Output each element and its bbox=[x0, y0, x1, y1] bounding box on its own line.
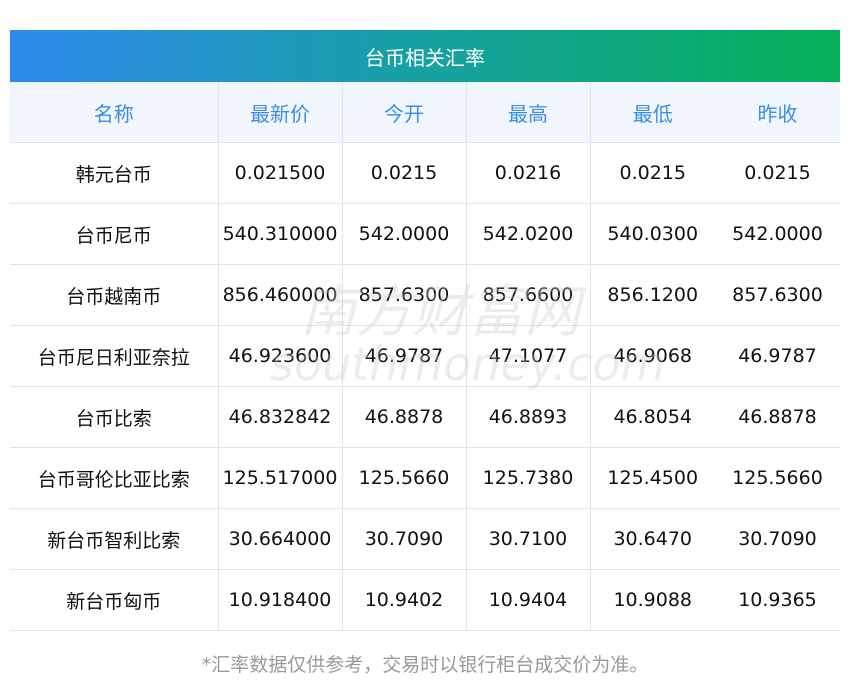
rate-cell: 0.0215 bbox=[342, 142, 467, 204]
rate-cell: 125.4500 bbox=[590, 447, 715, 509]
rate-cell: 542.0200 bbox=[466, 203, 591, 265]
table-row: 台币哥伦比亚比索 125.517000 125.5660 125.7380 125.45… bbox=[10, 447, 840, 509]
rate-cell: 125.5660 bbox=[342, 447, 467, 509]
column-header: 最低 bbox=[590, 82, 715, 143]
rate-cell: 542.0000 bbox=[342, 203, 467, 265]
currency-pair-name: 台币比索 bbox=[10, 386, 219, 448]
rate-cell: 46.923600 bbox=[218, 325, 343, 387]
table-row: 台币越南币 856.460000 857.6300 857.6600 856.1200 8… bbox=[10, 264, 840, 326]
table-row: 新台币匈币 10.918400 10.9402 10.9404 10.9088 10.93… bbox=[10, 569, 840, 631]
table-row: 台币比索 46.832842 46.8878 46.8893 46.8054 46.887… bbox=[10, 386, 840, 448]
rate-cell: 0.021500 bbox=[218, 142, 343, 204]
currency-pair-name: 新台币匈币 bbox=[10, 569, 219, 631]
currency-pair-name: 台币尼币 bbox=[10, 203, 219, 265]
table-row: 台币尼币 540.310000 542.0000 542.0200 540.0300 54… bbox=[10, 203, 840, 265]
rate-cell: 46.8878 bbox=[342, 386, 467, 448]
rate-cell: 540.0300 bbox=[590, 203, 715, 265]
rate-cell: 30.7090 bbox=[342, 508, 467, 570]
table-header: 名称 最新价 今开 最高 最低 昨收 bbox=[10, 82, 840, 143]
rate-cell: 0.0216 bbox=[466, 142, 591, 204]
exchange-rate-panel: 台币相关汇率 名称 最新价 今开 最高 最低 昨收 韩元台币 0.021500 0.0215 0… bbox=[10, 30, 840, 631]
rate-cell: 47.1077 bbox=[466, 325, 591, 387]
footnote: *汇率数据仅供参考，交易时以银行柜台成交价为准。 bbox=[201, 654, 649, 676]
table-row: 韩元台币 0.021500 0.0215 0.0216 0.0215 0.0215 bbox=[10, 142, 840, 204]
rate-cell: 46.9787 bbox=[715, 325, 840, 387]
column-header: 名称 bbox=[10, 82, 219, 143]
rate-table: 名称 最新价 今开 最高 最低 昨收 韩元台币 0.021500 0.0215 0.0216 0.… bbox=[10, 82, 840, 631]
currency-pair-name: 台币越南币 bbox=[10, 264, 219, 326]
rate-cell: 10.918400 bbox=[218, 569, 343, 631]
currency-pair-name: 台币哥伦比亚比索 bbox=[10, 447, 219, 509]
column-header: 今开 bbox=[342, 82, 467, 143]
panel-title: 台币相关汇率 bbox=[10, 30, 840, 82]
rate-cell: 542.0000 bbox=[715, 203, 840, 265]
rate-cell: 46.9068 bbox=[590, 325, 715, 387]
rate-cell: 30.7100 bbox=[466, 508, 591, 570]
rate-cell: 46.8893 bbox=[466, 386, 591, 448]
rate-cell: 125.517000 bbox=[218, 447, 343, 509]
column-header: 最新价 bbox=[218, 82, 343, 143]
rate-cell: 10.9404 bbox=[466, 569, 591, 631]
rate-cell: 540.310000 bbox=[218, 203, 343, 265]
rate-cell: 46.8054 bbox=[590, 386, 715, 448]
currency-pair-name: 新台币智利比索 bbox=[10, 508, 219, 570]
rate-cell: 46.8878 bbox=[715, 386, 840, 448]
rate-cell: 46.832842 bbox=[218, 386, 343, 448]
rate-cell: 125.7380 bbox=[466, 447, 591, 509]
column-header: 最高 bbox=[466, 82, 591, 143]
rate-cell: 857.6300 bbox=[715, 264, 840, 326]
rate-cell: 857.6300 bbox=[342, 264, 467, 326]
rate-cell: 30.664000 bbox=[218, 508, 343, 570]
rate-cell: 30.6470 bbox=[590, 508, 715, 570]
currency-pair-name: 韩元台币 bbox=[10, 142, 219, 204]
rate-cell: 30.7090 bbox=[715, 508, 840, 570]
column-header: 昨收 bbox=[715, 82, 840, 143]
rate-cell: 10.9365 bbox=[715, 569, 840, 631]
rate-cell: 856.1200 bbox=[590, 264, 715, 326]
rate-cell: 857.6600 bbox=[466, 264, 591, 326]
rate-cell: 10.9402 bbox=[342, 569, 467, 631]
rate-cell: 46.9787 bbox=[342, 325, 467, 387]
rate-cell: 125.5660 bbox=[715, 447, 840, 509]
rate-cell: 0.0215 bbox=[590, 142, 715, 204]
rate-cell: 856.460000 bbox=[218, 264, 343, 326]
table-row: 台币尼日利亚奈拉 46.923600 46.9787 47.1077 46.9068 46… bbox=[10, 325, 840, 387]
rate-cell: 0.0215 bbox=[715, 142, 840, 204]
rate-cell: 10.9088 bbox=[590, 569, 715, 631]
currency-pair-name: 台币尼日利亚奈拉 bbox=[10, 325, 219, 387]
table-row: 新台币智利比索 30.664000 30.7090 30.7100 30.6470 30.… bbox=[10, 508, 840, 570]
